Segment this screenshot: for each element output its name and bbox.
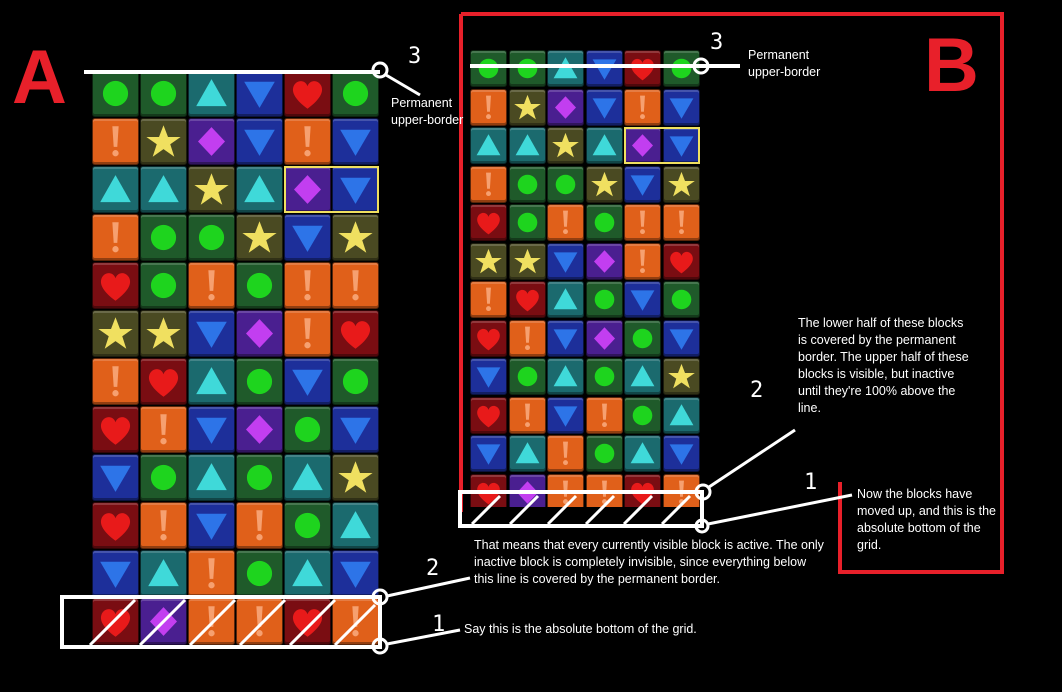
middle-note-a: That means that every currently visible …	[474, 538, 824, 586]
upper-border-note-a: Permanent upper-border	[391, 96, 464, 127]
label-number-3-b: 3	[710, 30, 724, 55]
upper-border-pointer-a	[385, 73, 421, 97]
label-number-3-a: 3	[408, 44, 422, 69]
label-number-1-a: 1	[432, 612, 446, 637]
hatch-lines-b	[470, 494, 692, 526]
upper-border-note-b: Permanent upper-border	[748, 48, 821, 79]
label-number-2-b: 2	[750, 378, 764, 403]
label-number-2-a: 2	[426, 556, 440, 581]
bottom-note-a: Say this is the absolute bottom of the g…	[464, 622, 697, 636]
hatch-lines-a	[88, 598, 377, 647]
label-number-1-b: 1	[804, 470, 818, 495]
middle-note-b: The lower half of these blocks is covere…	[798, 316, 969, 415]
bottom-note-b: Now the blocks have moved up, and this i…	[857, 487, 996, 552]
